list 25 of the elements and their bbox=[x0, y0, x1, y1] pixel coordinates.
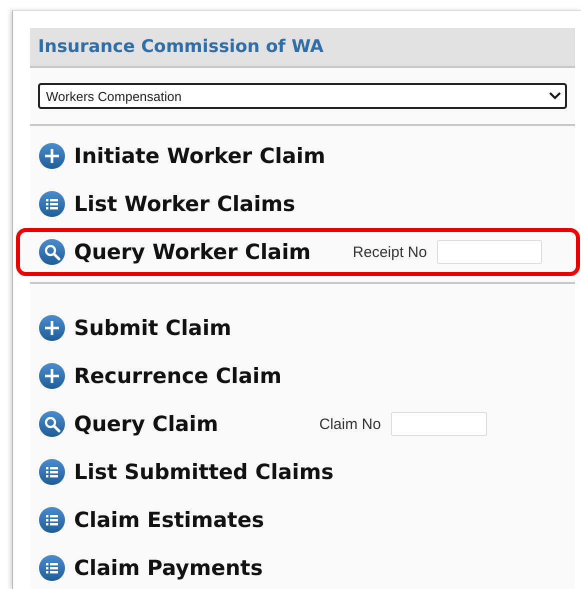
input-field[interactable] bbox=[390, 412, 487, 436]
list-icon bbox=[39, 507, 65, 533]
menu-link[interactable]: Recurrence Claim bbox=[74, 364, 282, 388]
menu-link[interactable]: Initiate Worker Claim bbox=[74, 144, 326, 168]
input-field[interactable] bbox=[436, 240, 542, 264]
chevron-icon bbox=[549, 92, 561, 100]
plus-icon bbox=[39, 363, 65, 389]
plus-icon bbox=[39, 315, 65, 341]
menu-link[interactable]: Claim Payments bbox=[74, 556, 263, 580]
page-title: Insurance Commission of WA bbox=[30, 28, 575, 68]
list-icon bbox=[39, 555, 65, 581]
menu-link[interactable]: Claim Estimates bbox=[74, 508, 264, 532]
field-label: Receipt No bbox=[352, 244, 427, 260]
plus-icon bbox=[39, 143, 65, 169]
list-icon bbox=[39, 459, 65, 485]
list-icon bbox=[39, 191, 65, 217]
menu-link[interactable]: List Submitted Claims bbox=[74, 460, 334, 484]
menu-link[interactable]: Query Claim bbox=[74, 412, 218, 436]
menu-link[interactable]: Submit Claim bbox=[74, 316, 232, 340]
search-icon bbox=[39, 239, 65, 265]
search-icon bbox=[39, 411, 65, 437]
scheme-select[interactable]: Workers Compensation bbox=[38, 83, 567, 109]
field-label: Claim No bbox=[319, 416, 381, 432]
menu-link[interactable]: List Worker Claims bbox=[74, 192, 296, 216]
menu-link[interactable]: Query Worker Claim bbox=[74, 240, 311, 264]
